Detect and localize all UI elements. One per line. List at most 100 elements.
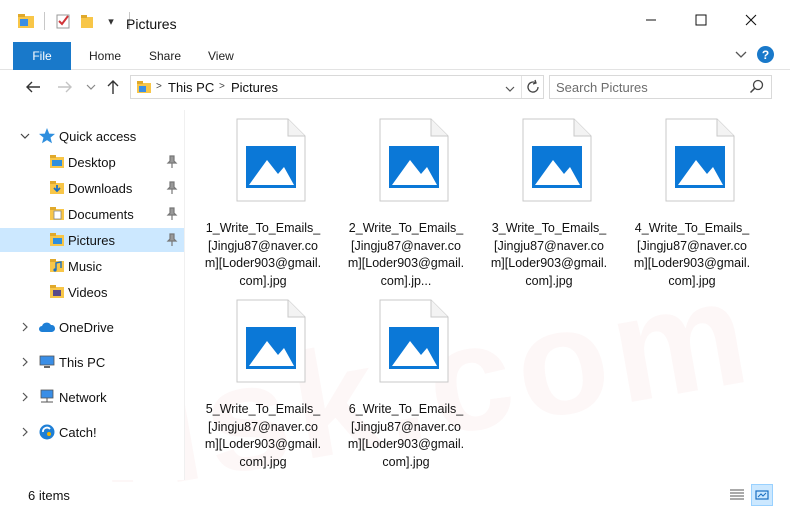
minimize-icon xyxy=(646,19,656,21)
tab-share[interactable]: Share xyxy=(149,42,181,70)
chevron-right-icon[interactable] xyxy=(20,321,30,333)
file-item[interactable]: 2_Write_To_Emails_[Jingju87@naver.com][L… xyxy=(346,110,466,290)
pin-icon[interactable] xyxy=(166,181,178,195)
nav-item-videos[interactable]: Videos xyxy=(0,280,184,304)
explorer-app-icon[interactable] xyxy=(16,12,36,30)
nav-label: Videos xyxy=(68,285,108,300)
pictures-folder-icon xyxy=(48,231,66,249)
maximize-button[interactable] xyxy=(678,0,724,40)
nav-label: Desktop xyxy=(68,155,116,170)
image-file-icon xyxy=(236,118,306,202)
desktop-folder-icon xyxy=(48,153,66,171)
recent-locations-button[interactable] xyxy=(80,76,102,98)
tab-home[interactable]: Home xyxy=(89,42,121,70)
file-item[interactable]: 5_Write_To_Emails_[Jingju87@naver.com][L… xyxy=(203,291,323,471)
details-view-button[interactable] xyxy=(726,484,748,506)
file-name: 4_Write_To_Emails_[Jingju87@naver.com][L… xyxy=(633,221,751,288)
arrow-left-icon xyxy=(26,81,40,93)
minimize-button[interactable] xyxy=(628,0,674,40)
chevron-right-icon[interactable] xyxy=(20,356,30,368)
nav-label: Downloads xyxy=(68,181,133,196)
item-count: 6 items xyxy=(28,488,70,503)
quick-access-toolbar: ▾ xyxy=(16,12,138,30)
nav-item-pictures[interactable]: Pictures xyxy=(0,228,184,252)
new-folder-icon[interactable] xyxy=(77,12,97,30)
search-box[interactable] xyxy=(549,75,772,99)
network-icon xyxy=(38,388,56,406)
nav-item-onedrive[interactable]: OneDrive xyxy=(0,315,184,339)
nav-quick-access[interactable]: Quick access xyxy=(0,124,184,148)
navigation-pane: Quick access Desktop Downloads Documents… xyxy=(0,110,184,480)
image-file-icon xyxy=(665,118,735,202)
pin-icon[interactable] xyxy=(166,207,178,221)
chevron-down-icon[interactable] xyxy=(20,130,30,142)
close-button[interactable] xyxy=(728,0,774,40)
file-name: 6_Write_To_Emails_[Jingju87@naver.com][L… xyxy=(347,402,465,469)
chevron-right-icon[interactable] xyxy=(20,391,30,403)
file-name: 1_Write_To_Emails_[Jingju87@naver.com][L… xyxy=(204,221,322,288)
search-input[interactable] xyxy=(550,76,740,98)
nav-label: Pictures xyxy=(68,233,115,248)
image-file-icon xyxy=(522,118,592,202)
close-icon xyxy=(745,14,757,26)
properties-icon[interactable] xyxy=(53,12,73,30)
chevron-right-icon[interactable] xyxy=(20,426,30,438)
downloads-folder-icon xyxy=(48,179,66,197)
pictures-location-icon xyxy=(136,80,152,97)
address-dropdown-button[interactable] xyxy=(505,82,515,97)
pin-icon[interactable] xyxy=(166,155,178,169)
refresh-icon xyxy=(527,79,539,93)
breadcrumb-separator: > xyxy=(156,81,162,92)
tab-file[interactable]: File xyxy=(13,42,71,70)
window-title: Pictures xyxy=(126,16,177,32)
toolbar-divider xyxy=(44,12,45,30)
nav-label: Music xyxy=(68,259,102,274)
chevron-down-icon xyxy=(86,84,96,90)
help-icon: ? xyxy=(761,47,770,62)
nav-item-catch[interactable]: Catch! xyxy=(0,420,184,444)
search-icon[interactable] xyxy=(749,79,765,98)
file-name: 5_Write_To_Emails_[Jingju87@naver.com][L… xyxy=(204,402,322,469)
chevron-down-icon: ▾ xyxy=(108,15,114,28)
ribbon-tabs: File Home Share View ? xyxy=(0,40,790,70)
nav-item-music[interactable]: Music xyxy=(0,254,184,278)
nav-item-this-pc[interactable]: This PC xyxy=(0,350,184,374)
image-file-icon xyxy=(379,299,449,383)
file-item[interactable]: 1_Write_To_Emails_[Jingju87@naver.com][L… xyxy=(203,110,323,290)
expand-ribbon-button[interactable] xyxy=(733,46,749,64)
breadcrumb-pictures[interactable]: Pictures xyxy=(231,80,278,95)
chevron-down-icon xyxy=(735,51,747,58)
nav-item-desktop[interactable]: Desktop xyxy=(0,150,184,174)
file-item[interactable]: 6_Write_To_Emails_[Jingju87@naver.com][L… xyxy=(346,291,466,471)
nav-item-documents[interactable]: Documents xyxy=(0,202,184,226)
back-button[interactable] xyxy=(22,76,44,98)
up-button[interactable] xyxy=(102,76,124,98)
breadcrumb-separator: > xyxy=(219,81,225,92)
address-bar[interactable]: > This PC > Pictures xyxy=(130,75,544,99)
file-item[interactable]: 3_Write_To_Emails_[Jingju87@naver.com][L… xyxy=(489,110,609,290)
forward-button[interactable] xyxy=(54,76,76,98)
nav-item-downloads[interactable]: Downloads xyxy=(0,176,184,200)
arrow-up-icon xyxy=(107,80,119,94)
music-folder-icon xyxy=(48,257,66,275)
nav-label: Network xyxy=(59,390,107,405)
file-item[interactable]: 4_Write_To_Emails_[Jingju87@naver.com][L… xyxy=(632,110,752,290)
nav-label: Catch! xyxy=(59,425,97,440)
help-button[interactable]: ? xyxy=(757,46,774,63)
file-list: 1_Write_To_Emails_[Jingju87@naver.com][L… xyxy=(185,110,790,480)
image-file-icon xyxy=(236,299,306,383)
refresh-button[interactable] xyxy=(525,79,541,98)
pin-icon[interactable] xyxy=(166,233,178,247)
file-name: 3_Write_To_Emails_[Jingju87@naver.com][L… xyxy=(490,221,608,288)
this-pc-icon xyxy=(38,353,56,371)
customize-toolbar-dropdown[interactable]: ▾ xyxy=(101,12,121,30)
catch-icon xyxy=(38,423,56,441)
maximize-icon xyxy=(695,14,707,26)
title-bar: ▾ Pictures xyxy=(0,0,790,40)
nav-item-network[interactable]: Network xyxy=(0,385,184,409)
large-icons-view-button[interactable] xyxy=(751,484,773,506)
onedrive-icon xyxy=(38,318,56,336)
address-divider xyxy=(521,76,522,98)
breadcrumb-this-pc[interactable]: This PC xyxy=(168,80,214,95)
tab-view[interactable]: View xyxy=(208,42,234,70)
